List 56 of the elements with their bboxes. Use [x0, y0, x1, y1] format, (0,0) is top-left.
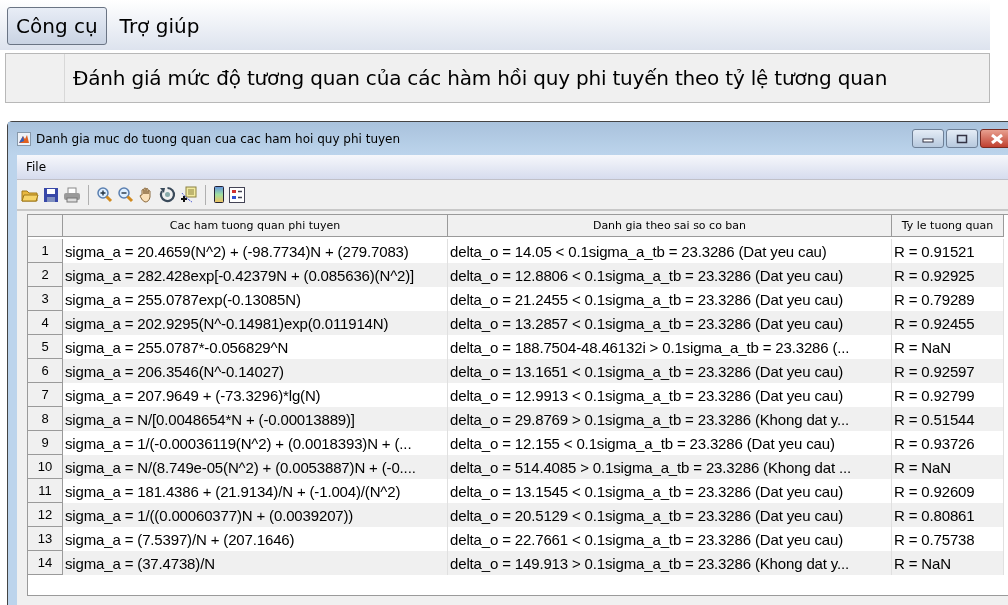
column-header[interactable]: Ty le tuong quan — [892, 215, 1004, 237]
ratio-cell: R = 0.80861 — [892, 503, 1004, 527]
row-header[interactable]: 3 — [28, 287, 63, 311]
zoom-out-icon[interactable] — [117, 186, 134, 203]
legend-icon[interactable] — [229, 186, 245, 203]
evaluation-cell: delta_o = 13.2857 < 0.1sigma_a_tb = 23.3286 (Dat yeu cau) — [448, 311, 892, 335]
row-header[interactable]: 1 — [28, 239, 63, 263]
rotate-icon[interactable] — [159, 186, 176, 203]
column-header[interactable]: Cac ham tuong quan phi tuyen — [63, 215, 448, 237]
menu-item[interactable]: File — [17, 160, 56, 174]
row-header[interactable]: 8 — [28, 407, 63, 431]
evaluation-cell: delta_o = 149.913 > 0.1sigma_a_tb = 23.3286 (Khong dat y... — [448, 551, 892, 575]
formula-cell: sigma_a = N/(8.749e-05(N^2) + (0.0053887)N + (-0.... — [63, 455, 448, 479]
row-header[interactable]: 6 — [28, 359, 63, 383]
row-header[interactable]: 9 — [28, 431, 63, 455]
formula-cell: sigma_a = 206.3546(N^-0.14027) — [63, 359, 448, 383]
evaluation-cell: delta_o = 514.4085 > 0.1sigma_a_tb = 23.3286 (Khong dat ... — [448, 455, 892, 479]
row-header[interactable]: 10 — [28, 455, 63, 479]
row-header[interactable]: 14 — [28, 551, 63, 575]
menu-item[interactable]: Đánh giá mức độ tương quan của các hàm hồi quy phi tuyến theo tỷ lệ tương quan — [73, 66, 888, 90]
close-button[interactable] — [980, 129, 1008, 148]
formula-cell: sigma_a = (37.4738)/N — [63, 551, 448, 575]
evaluation-cell: delta_o = 29.8769 > 0.1sigma_a_tb = 23.3286 (Khong dat y... — [448, 407, 892, 431]
formula-cell: sigma_a = N/[0.0048654*N + (-0.00013889)] — [63, 407, 448, 431]
close-icon — [990, 133, 1004, 144]
save-icon[interactable] — [43, 186, 59, 203]
row-header[interactable]: 2 — [28, 263, 63, 287]
ratio-cell: R = 0.92597 — [892, 359, 1004, 383]
row-header[interactable]: 11 — [28, 479, 63, 503]
row-header[interactable]: 12 — [28, 503, 63, 527]
window-title: Danh gia muc do tuong quan cua cac ham hoi quy phi tuyen — [36, 131, 401, 146]
row-header[interactable]: 13 — [28, 527, 63, 551]
formula-cell: sigma_a = 1/((0.00060377)N + (0.0039207)) — [63, 503, 448, 527]
print-icon[interactable] — [63, 186, 81, 203]
menu-item[interactable]: Trợ giúp — [110, 7, 209, 45]
formula-cell: sigma_a = 202.9295(N^-0.14981)exp(0.011914N) — [63, 311, 448, 335]
colorbar-icon[interactable] — [213, 186, 225, 203]
row-header[interactable]: 4 — [28, 311, 63, 335]
evaluation-cell: delta_o = 20.5129 < 0.1sigma_a_tb = 23.3286 (Dat yeu cau) — [448, 503, 892, 527]
zoom-in-icon[interactable] — [96, 186, 113, 203]
formula-cell: sigma_a = 282.428exp[-0.42379N + (0.085636)(N^2)] — [63, 263, 448, 287]
maximize-icon — [956, 133, 968, 144]
maximize-button[interactable] — [946, 129, 978, 148]
app-icon — [17, 131, 31, 146]
ratio-cell: R = NaN — [892, 455, 1004, 479]
evaluation-cell: delta_o = 13.1651 < 0.1sigma_a_tb = 23.3286 (Dat yeu cau) — [448, 359, 892, 383]
row-header[interactable]: 5 — [28, 335, 63, 359]
evaluation-cell: delta_o = 12.8806 < 0.1sigma_a_tb = 23.3286 (Dat yeu cau) — [448, 263, 892, 287]
row-header[interactable]: 7 — [28, 383, 63, 407]
data-cursor-icon[interactable] — [180, 186, 198, 203]
ratio-cell: R = 0.51544 — [892, 407, 1004, 431]
ratio-cell: R = NaN — [892, 551, 1004, 575]
column-header[interactable]: Danh gia theo sai so co ban — [448, 215, 892, 237]
ratio-cell: R = 0.92925 — [892, 263, 1004, 287]
menu-item[interactable]: Công cụ — [7, 7, 107, 45]
ratio-cell: R = 0.92455 — [892, 311, 1004, 335]
